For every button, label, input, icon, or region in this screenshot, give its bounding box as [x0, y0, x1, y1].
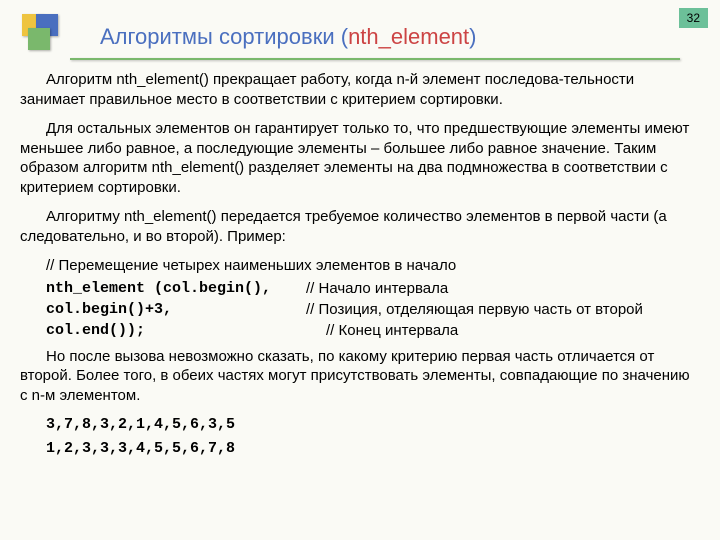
paragraph: Алгоритм nth_element() прекращает работу… — [20, 70, 700, 109]
paragraph: Для остальных элементов он гарантирует т… — [20, 119, 700, 197]
code-comment: // Начало интервала — [306, 280, 448, 297]
sequence: 1,2,3,3,3,4,5,5,6,7,8 — [20, 439, 700, 459]
paragraph: Но после вызова невозможно сказать, по к… — [20, 347, 700, 406]
title-suffix: ) — [469, 24, 476, 49]
title-prefix: Алгоритмы сортировки ( — [100, 24, 348, 49]
code-line: col.begin()+3, // Позиция, отделяющая пе… — [20, 301, 700, 318]
logo — [22, 14, 66, 58]
slide-body: Алгоритм nth_element() прекращает работу… — [20, 70, 700, 462]
title-underline — [70, 58, 680, 60]
code-text: col.end()); — [46, 322, 326, 339]
title-highlight: nth_element — [348, 24, 469, 49]
code-comment: // Перемещение четырех наименьших элемен… — [20, 256, 700, 276]
code-comment: // Позиция, отделяющая первую часть от в… — [306, 301, 643, 318]
slide-title: Алгоритмы сортировки (nth_element) — [100, 24, 476, 50]
code-line: col.end()); // Конец интервала — [20, 322, 700, 339]
logo-square-green — [28, 28, 50, 50]
sequence: 3,7,8,3,2,1,4,5,6,3,5 — [20, 415, 700, 435]
paragraph: Алгоритму nth_element() передается требу… — [20, 207, 700, 246]
page-number: 32 — [679, 8, 708, 28]
code-text: col.begin()+3, — [46, 301, 306, 318]
code-line: nth_element (col.begin(), // Начало инте… — [20, 280, 700, 297]
code-comment: // Конец интервала — [326, 322, 458, 339]
code-text: nth_element (col.begin(), — [46, 280, 306, 297]
